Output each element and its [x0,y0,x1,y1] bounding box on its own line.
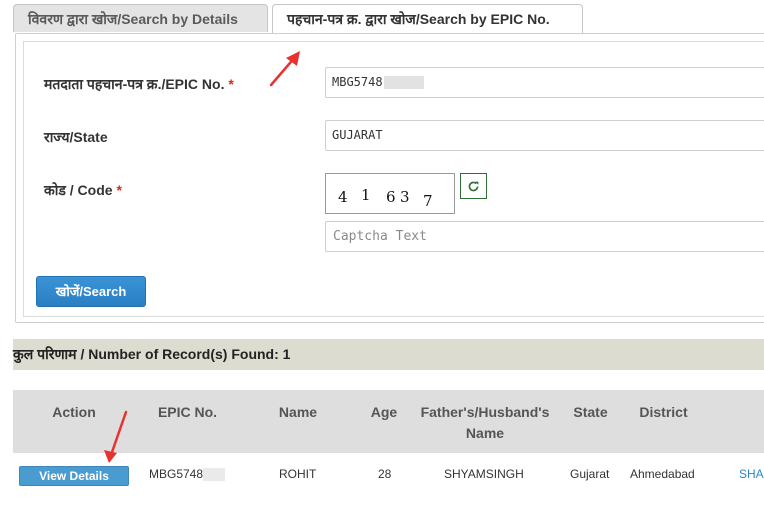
state-select-value: GUJARAT [332,128,383,142]
table-row: View Details MBG5748 ROHIT 28 SHYAMSINGH… [13,453,764,493]
tab-search-by-epic[interactable]: पहचान-पत्र क्र. द्वारा खोज/Search by EPI… [272,4,583,34]
captcha-digit: 6 [386,188,396,206]
records-found-bar: कुल परिणाम / Number of Record(s) Found: … [13,339,764,370]
tab-search-by-details[interactable]: विवरण द्वारा खोज/Search by Details [13,4,268,32]
code-label: कोड / Code * [44,181,122,200]
row-district-cell: Ahmedabad [630,467,695,481]
refresh-icon [468,181,479,192]
row-relative-cell: SHYAMSINGH [444,467,524,481]
state-label: राज्य/State [44,128,108,147]
header-age: Age [370,404,398,420]
epic-label: मतदाता पहचान-पत्र क्र./EPIC No. * [44,75,234,94]
state-select[interactable]: GUJARAT [325,120,764,151]
records-found-text: कुल परिणाम / Number of Record(s) Found: … [13,346,291,362]
captcha-digit: 3 [400,188,410,206]
row-name-cell: ROHIT [279,467,317,481]
header-action: Action [52,404,96,420]
captcha-text-input[interactable] [325,221,764,252]
header-state: State [573,404,608,420]
redacted-block [203,468,226,482]
captcha-digit: 1 [361,186,371,204]
captcha-digit: 7 [423,192,433,210]
required-mark: * [228,76,234,92]
header-epic: EPIC No. [157,404,218,420]
row-state-cell: Gujarat [570,467,610,481]
epic-number-input[interactable]: MBG5748 [325,67,764,98]
row-extra-link[interactable]: SHA [739,467,764,481]
code-label-text: कोड / Code [44,182,113,198]
row-epic-cell: MBG5748 [149,467,226,482]
epic-number-value: MBG5748 [332,75,383,89]
required-mark: * [116,182,122,198]
header-relative-name: Father's/Husband's Name [420,404,550,441]
results-table-header: Action EPIC No. Name Age Father's/Husban… [13,390,764,453]
row-age-cell: 28 [378,467,392,481]
row-epic-value: MBG5748 [149,467,204,481]
captcha-refresh-button[interactable] [460,173,487,199]
view-details-button[interactable]: View Details [19,466,129,486]
state-label-text: राज्य/State [44,129,108,145]
search-button[interactable]: खोजें/Search [36,276,146,307]
captcha-digit: 4 [338,188,348,206]
epic-label-text: मतदाता पहचान-पत्र क्र./EPIC No. [44,76,225,92]
redacted-block [383,76,424,89]
header-name: Name [278,404,318,420]
captcha-image: 4 1 6 3 7 [325,173,455,214]
header-district: District [639,404,688,420]
